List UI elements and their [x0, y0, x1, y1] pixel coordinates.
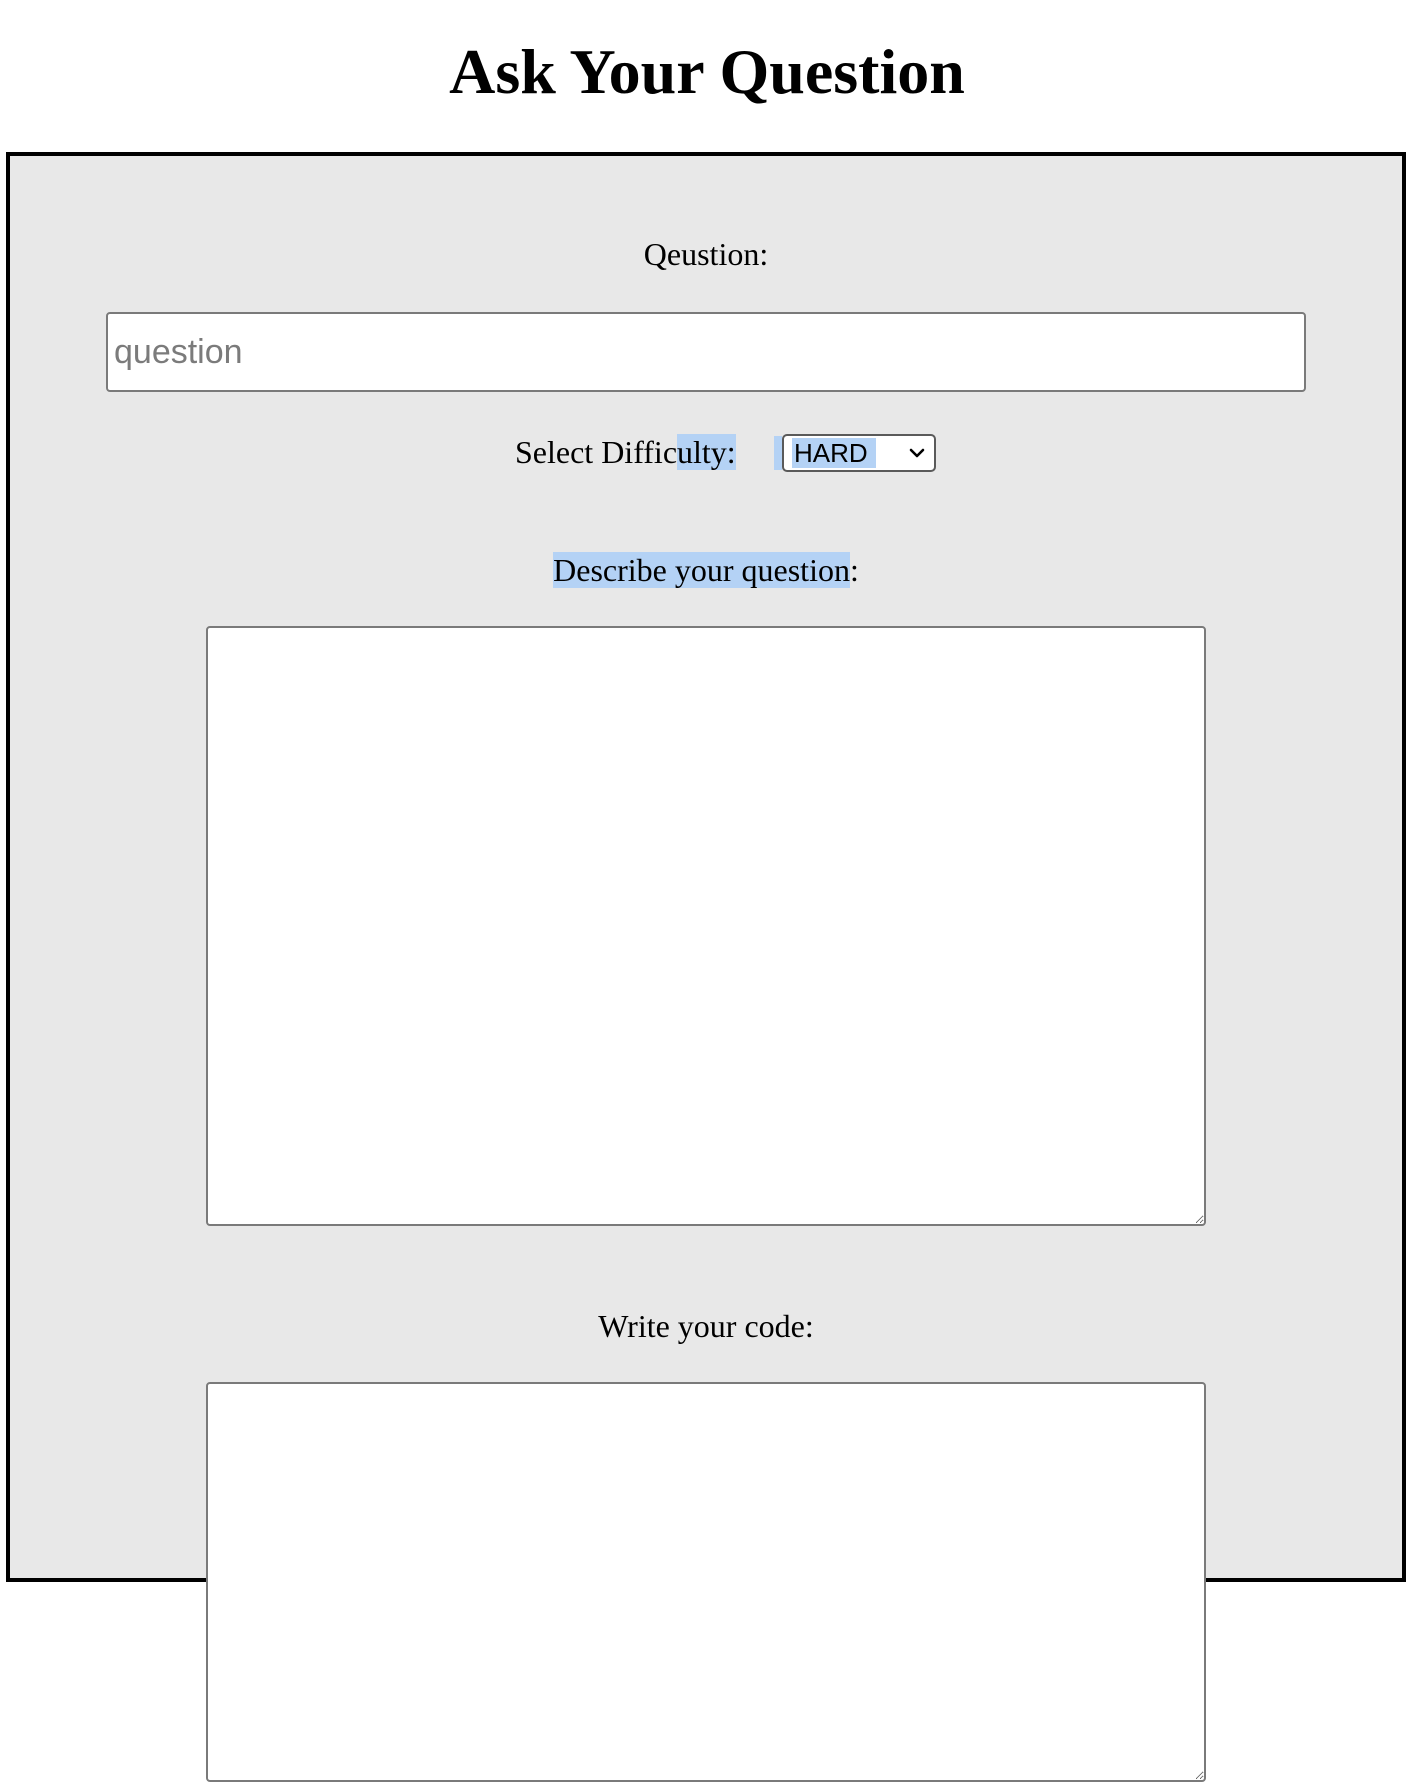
code-textarea[interactable]: [206, 1382, 1206, 1782]
difficulty-row: Select Difficulty: HARD: [10, 432, 1402, 472]
question-form: Qeustion: Select Difficulty: HARD Descri…: [6, 152, 1406, 1782]
difficulty-select-value: HARD: [792, 438, 876, 468]
code-label: Write your code:: [598, 1308, 814, 1344]
description-label-colon: :: [849, 552, 859, 588]
difficulty-label-selected-text: ulty:: [677, 434, 736, 470]
selection-highlight: [774, 436, 782, 470]
question-input[interactable]: [106, 312, 1306, 392]
description-label-selected-text: Describe your question: [553, 552, 850, 588]
description-textarea[interactable]: [206, 626, 1206, 1226]
chevron-down-icon: [909, 448, 925, 458]
difficulty-select[interactable]: HARD: [782, 434, 936, 472]
difficulty-label: Select Difficulty:: [515, 432, 736, 472]
page-title: Ask Your Question: [449, 36, 965, 107]
description-label: Describe your question:: [10, 550, 1402, 590]
difficulty-label-text: Select Diffic: [515, 434, 678, 470]
question-label: Qeustion:: [643, 236, 769, 272]
